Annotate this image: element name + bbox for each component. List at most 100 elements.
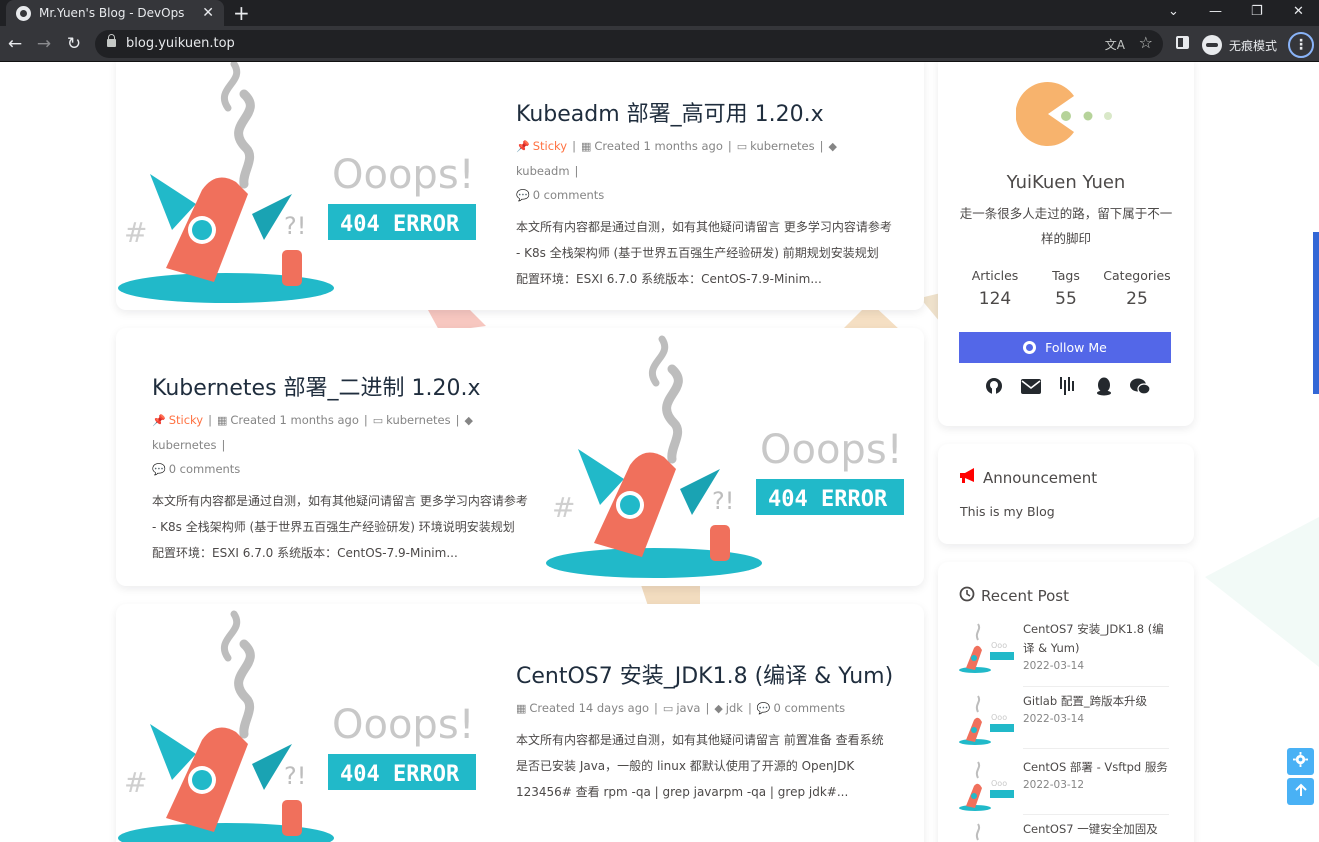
post-info: CentOS7 安装_JDK1.8 (编译 & Yum) ▦ Created 14… — [516, 662, 894, 805]
post-card[interactable]: # ?! Ooops! 404 ERROR Kubernetes 部署_二进制 … — [116, 328, 924, 586]
browser-menu-button[interactable]: ⋮ — [1288, 32, 1314, 58]
post-title[interactable]: Kubeadm 部署_高可用 1.20.x — [516, 100, 894, 130]
address-bar[interactable]: blog.yuikuen.top 文A ☆ — [95, 30, 1163, 58]
recent-post-title[interactable]: Gitlab 配置_跨版本升级 — [1023, 692, 1175, 711]
recent-post-date: 2022-03-12 — [1023, 779, 1085, 791]
post-category-link[interactable]: java — [676, 701, 700, 715]
post-category-link[interactable]: kubernetes — [386, 413, 450, 427]
settings-button[interactable] — [1287, 748, 1314, 775]
recent-post-item[interactable]: CentOS7 一键安全加固及 — [958, 820, 1174, 842]
post-meta: 📌 Sticky | ▦ Created 1 months ago | ▭ kubernete… — [516, 134, 894, 208]
incognito-icon — [1202, 35, 1222, 55]
recent-post-title[interactable]: CentOS 部署 - Vsftpd 服务 — [1023, 758, 1175, 777]
author-info-card: YuiKuen Yuen 走一条很多人走过的路，留下属于不一样的脚印 Artic… — [938, 62, 1194, 426]
translate-icon[interactable]: 文A — [1105, 36, 1125, 53]
restore-button[interactable]: ❐ — [1251, 0, 1263, 26]
back-to-top-button[interactable] — [1287, 778, 1314, 805]
stat-categories[interactable]: Categories 25 — [1102, 268, 1172, 309]
incognito-profile-button[interactable]: 无痕模式 — [1202, 33, 1277, 57]
svg-text:Ooops!: Ooops! — [332, 702, 475, 748]
svg-text:Ooo: Ooo — [991, 779, 1007, 788]
post-comments-link[interactable]: 0 comments — [774, 701, 846, 715]
recent-post-item[interactable]: Ooo CentOS7 安装_JDK1.8 (编译 & Yum) 2022-03… — [958, 620, 1174, 682]
post-card[interactable]: # ?! Ooops! 404 ERROR CentOS7 安装_JDK1.8 … — [116, 604, 924, 842]
stat-articles[interactable]: Articles 124 — [960, 268, 1030, 309]
announcement-title: Announcement — [983, 469, 1098, 487]
reload-button[interactable]: ↻ — [63, 32, 85, 56]
stat-value: 124 — [978, 289, 1012, 309]
browser-tab[interactable]: Mr.Yuen's Blog - DevOps ✕ — [6, 0, 224, 26]
recent-post-thumbnail[interactable]: Ooo — [958, 692, 1016, 750]
stat-tags[interactable]: Tags 55 — [1031, 268, 1101, 309]
post-excerpt: 本文所有内容都是通过自测，如有其他疑问请留言 更多学习内容请参考 - K8s 全… — [516, 220, 892, 286]
recent-post-title[interactable]: CentOS7 一键安全加固及 — [1023, 820, 1175, 839]
recent-post-item[interactable]: Ooo CentOS 部署 - Vsftpd 服务 2022-03-12 — [958, 758, 1174, 820]
sticky-badge: 📌 Sticky — [152, 413, 203, 427]
svg-text:Ooo: Ooo — [991, 641, 1007, 650]
post-cover[interactable]: # ?! Ooops! 404 ERROR — [544, 328, 924, 586]
lock-icon[interactable] — [107, 34, 116, 47]
tab-search-icon[interactable]: ⌄ — [1168, 0, 1179, 26]
svg-text:#: # — [552, 491, 575, 524]
post-date: Created 1 months ago — [230, 413, 359, 427]
recent-post-thumbnail[interactable] — [958, 820, 1016, 842]
post-tag-link[interactable]: kubernetes — [152, 438, 216, 452]
qq-icon[interactable] — [1094, 376, 1114, 396]
tab-close-icon[interactable]: ✕ — [202, 5, 214, 21]
mail-icon[interactable] — [1020, 376, 1041, 396]
bookmark-star-icon[interactable]: ☆ — [1139, 33, 1153, 52]
post-date: Created 14 days ago — [529, 701, 650, 715]
svg-text:#: # — [124, 216, 147, 249]
tag-icon: ◆ — [464, 414, 473, 427]
side-panel-icon[interactable] — [1176, 36, 1189, 49]
browser-tab-strip: Mr.Yuen's Blog - DevOps ✕ + ⌄ — ❐ ✕ — [0, 0, 1319, 26]
stat-label: Tags — [1052, 268, 1080, 283]
github-icon[interactable] — [984, 376, 1004, 396]
recent-post-title[interactable]: CentOS7 安装_JDK1.8 (编译 & Yum) — [1023, 620, 1175, 658]
minimize-button[interactable]: — — [1209, 0, 1222, 26]
divider — [1023, 814, 1169, 815]
post-info: Kubeadm 部署_高可用 1.20.x 📌 Sticky | ▦ Created 1… — [516, 100, 894, 292]
forward-button[interactable]: → — [33, 32, 55, 56]
post-cover[interactable]: # ?! Ooops! 404 ERROR — [116, 604, 496, 842]
tag-icon: ◆ — [714, 702, 723, 715]
post-category-link[interactable]: kubernetes — [750, 139, 814, 153]
recent-post-thumbnail[interactable]: Ooo — [958, 620, 1016, 678]
divider — [1023, 686, 1169, 687]
inbox-icon: ▭ — [372, 414, 384, 427]
back-button[interactable]: ← — [4, 32, 26, 56]
svg-text:#: # — [124, 766, 147, 799]
scroll-indicator — [1313, 232, 1319, 394]
recent-post-card: Recent Post Ooo CentOS7 安装_JDK1.8 (编译 & … — [938, 562, 1194, 842]
recent-post-thumbnail[interactable]: Ooo — [958, 758, 1016, 816]
post-tag-link[interactable]: kubeadm — [516, 164, 570, 178]
recent-post-item[interactable]: Ooo Gitlab 配置_跨版本升级 2022-03-14 — [958, 692, 1174, 754]
thumbtack-icon: 📌 — [152, 414, 166, 427]
recent-post-date: 2022-03-14 — [1023, 713, 1085, 725]
error-404-illustration: # ?! Ooops! 404 ERROR — [546, 335, 904, 578]
post-comments-link[interactable]: 0 comments — [533, 188, 605, 202]
wechat-icon[interactable] — [1130, 376, 1150, 396]
close-window-button[interactable]: ✕ — [1293, 0, 1304, 26]
post-title[interactable]: CentOS7 安装_JDK1.8 (编译 & Yum) — [516, 662, 894, 692]
comments-icon: 💬 — [516, 189, 530, 202]
post-excerpt: 本文所有内容都是通过自测，如有其他疑问请留言 更多学习内容请参考 - K8s 全… — [152, 494, 528, 560]
page-viewport: # ?! Ooops! 404 ERROR Kubeadm 部署_高可用 1.2… — [0, 62, 1319, 842]
recent-post-date: 2022-03-14 — [1023, 660, 1085, 672]
post-cover[interactable]: # ?! Ooops! 404 ERROR — [116, 62, 496, 310]
stat-value: 25 — [1126, 289, 1148, 309]
follow-me-button[interactable]: Follow Me — [959, 332, 1171, 363]
svg-text:Ooops!: Ooops! — [332, 152, 475, 198]
follow-me-label: Follow Me — [1045, 340, 1107, 355]
avatar[interactable] — [1016, 82, 1126, 146]
thumbtack-icon: 📌 — [516, 140, 530, 153]
url-text[interactable]: blog.yuikuen.top — [126, 36, 235, 51]
post-card[interactable]: # ?! Ooops! 404 ERROR Kubeadm 部署_高可用 1.2… — [116, 62, 924, 310]
inbox-icon: ▭ — [736, 140, 748, 153]
new-tab-button[interactable]: + — [233, 1, 250, 25]
post-title[interactable]: Kubernetes 部署_二进制 1.20.x — [152, 374, 530, 404]
post-comments-link[interactable]: 0 comments — [169, 462, 241, 476]
gitee-icon[interactable] — [1057, 376, 1077, 396]
svg-text:404 ERROR: 404 ERROR — [340, 762, 460, 787]
post-tag-link[interactable]: jdk — [726, 701, 743, 715]
